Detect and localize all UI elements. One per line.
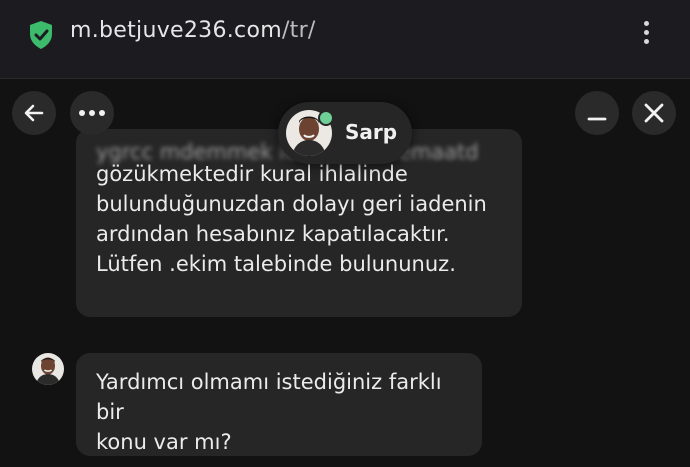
message-line: Yardımcı olmamı istediğiniz farklı bir	[96, 370, 442, 424]
kebab-menu-icon[interactable]	[638, 18, 654, 52]
close-button[interactable]	[632, 91, 676, 135]
agent-avatar	[32, 353, 64, 385]
ellipsis-icon	[79, 110, 105, 116]
agent-message-bubble: Yardımcı olmamı istediğiniz farklı bir k…	[76, 353, 482, 456]
back-button[interactable]	[12, 91, 56, 135]
more-options-button[interactable]	[70, 91, 114, 135]
url-path: /tr/	[281, 18, 316, 43]
message-line: ardından hesabınız kapatılacaktır.	[96, 222, 450, 246]
minimize-button[interactable]	[575, 91, 619, 135]
agent-info-pill[interactable]: Sarp	[278, 102, 412, 164]
minimize-icon	[587, 117, 607, 121]
browser-url-bar: m.betjuve236.com/tr/	[0, 0, 690, 79]
url-host: m.betjuve236.com	[70, 18, 282, 43]
online-status-dot	[318, 110, 334, 126]
message-line: konu var mı?	[96, 430, 232, 454]
chat-panel: ygrcc mdemmek iezcvcre aeemaatd gözükmek…	[0, 79, 690, 467]
shield-check-icon[interactable]	[28, 20, 54, 50]
agent-name: Sarp	[345, 120, 398, 144]
message-line: bulunduğunuzdan dolayı geri iadenin	[96, 192, 487, 216]
arrow-left-icon	[24, 104, 44, 122]
url-text[interactable]: m.betjuve236.com/tr/	[70, 18, 316, 43]
message-line: Lütfen .ekim talebinde bulununuz.	[96, 252, 456, 276]
close-icon	[644, 103, 664, 123]
